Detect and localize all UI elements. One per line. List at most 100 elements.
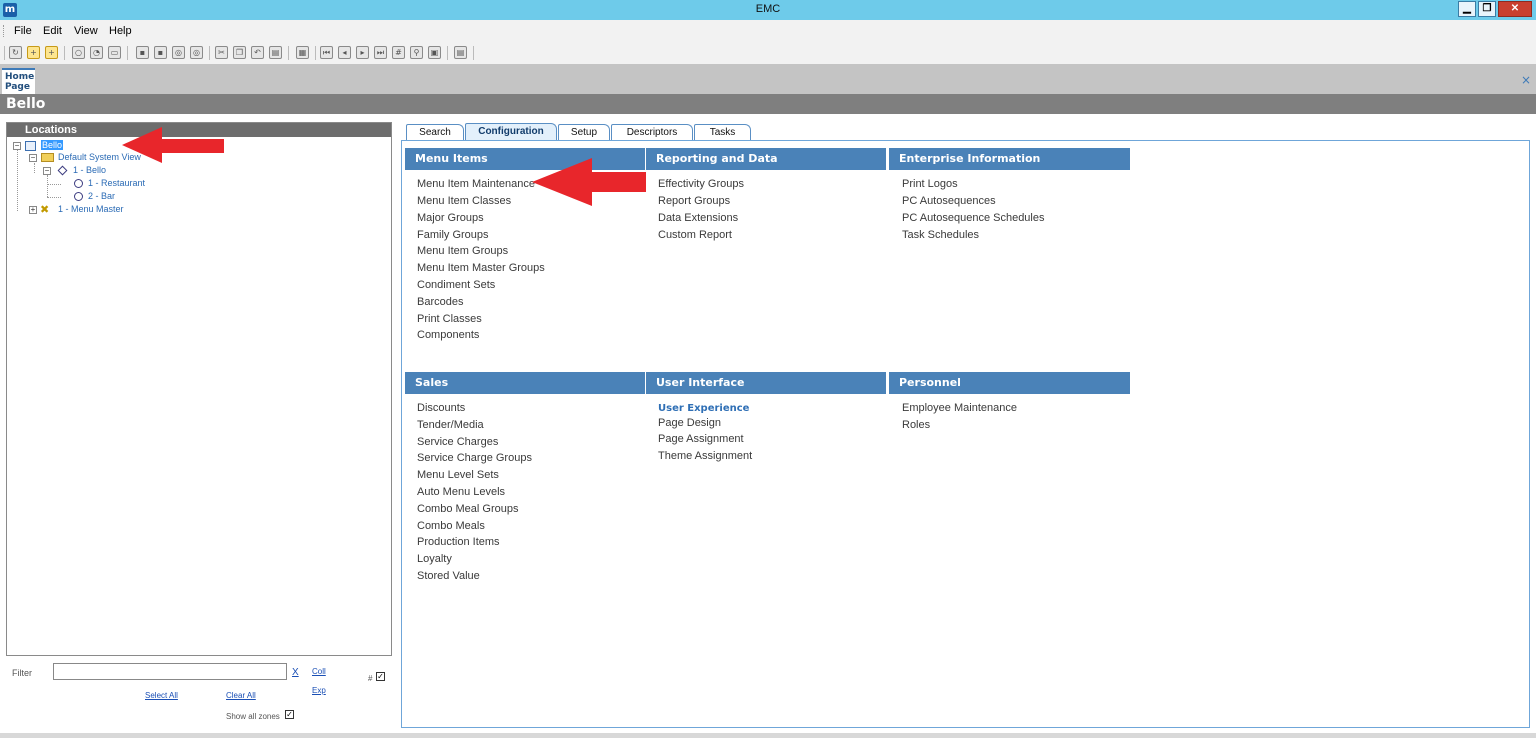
expand-link[interactable]: Exp [312, 686, 326, 695]
link-task-schedules[interactable]: Task Schedules [902, 229, 979, 241]
preview-icon[interactable]: ◔ [90, 46, 103, 59]
hash-label: # [368, 674, 373, 683]
close-tab-icon[interactable]: × [1521, 73, 1531, 87]
home-page-tab[interactable]: Home Page [2, 68, 35, 94]
copy-icon[interactable]: ❐ [233, 46, 246, 59]
tree-node-restaurant[interactable]: 1 - Restaurant [88, 178, 145, 188]
link-effectivity-groups[interactable]: Effectivity Groups [658, 178, 744, 190]
restore-button[interactable]: ❐ [1478, 1, 1496, 17]
link-page-design[interactable]: Page Design [658, 417, 721, 429]
tree-node-bello[interactable]: Bello [41, 140, 64, 150]
link-employee-maintenance[interactable]: Employee Maintenance [902, 402, 1017, 414]
tab-descriptors[interactable]: Descriptors [611, 124, 693, 141]
toolbar-separator [127, 46, 128, 60]
lock-icon[interactable]: ◎ [172, 46, 185, 59]
document-tab-strip: Home Page × [0, 64, 1536, 94]
link-family-groups[interactable]: Family Groups [417, 229, 489, 241]
unlock-icon[interactable]: ◎ [190, 46, 203, 59]
tab-configuration[interactable]: Configuration [465, 123, 557, 141]
filter-input[interactable] [53, 663, 287, 680]
tree-node-menu-master[interactable]: 1 - Menu Master [58, 204, 124, 214]
record-icon[interactable]: ○ [72, 46, 85, 59]
undo-icon[interactable]: ↶ [251, 46, 264, 59]
clear-all-link[interactable]: Clear All [226, 691, 256, 700]
status-bar [0, 733, 1536, 738]
close-button[interactable]: ✕ [1498, 1, 1532, 17]
link-service-charges[interactable]: Service Charges [417, 436, 498, 448]
link-combo-meal-groups[interactable]: Combo Meal Groups [417, 503, 519, 515]
link-page-assignment[interactable]: Page Assignment [658, 433, 744, 445]
grid-view-icon[interactable]: ▤ [454, 46, 467, 59]
find-icon[interactable]: ⚲ [410, 46, 423, 59]
link-roles[interactable]: Roles [902, 419, 930, 431]
cut-icon[interactable]: ✂ [215, 46, 228, 59]
show-all-zones-checkbox[interactable]: ✓ [285, 710, 294, 719]
save-all-icon[interactable]: ▪ [154, 46, 167, 59]
link-stored-value[interactable]: Stored Value [417, 570, 480, 582]
menu-view[interactable]: View [74, 25, 98, 37]
tree-collapse-toggle[interactable]: − [13, 142, 21, 150]
link-menu-item-groups[interactable]: Menu Item Groups [417, 245, 508, 257]
new-record-icon[interactable]: + [27, 46, 40, 59]
menu-help[interactable]: Help [109, 25, 132, 37]
tab-tasks[interactable]: Tasks [694, 124, 751, 141]
first-record-icon[interactable]: ⏮ [320, 46, 333, 59]
minimize-button[interactable]: ▁ [1458, 1, 1476, 17]
link-production-items[interactable]: Production Items [417, 536, 500, 548]
paste-icon[interactable]: ▤ [269, 46, 282, 59]
previous-record-icon[interactable]: ◂ [338, 46, 351, 59]
menu-edit[interactable]: Edit [43, 25, 62, 37]
tree-node-property[interactable]: 1 - Bello [73, 165, 106, 175]
last-record-icon[interactable]: ⏭ [374, 46, 387, 59]
select-all-link[interactable]: Select All [145, 691, 178, 700]
window-title: EMC [755, 3, 781, 15]
home-page-tab-line2: Page [5, 82, 30, 92]
refresh-icon[interactable]: ↻ [9, 46, 22, 59]
section-header-sales: Sales [405, 372, 645, 394]
link-condiment-sets[interactable]: Condiment Sets [417, 279, 495, 291]
link-major-groups[interactable]: Major Groups [417, 212, 484, 224]
subheading-user-experience: User Experience [658, 403, 750, 414]
hash-checkbox[interactable]: ✓ [376, 672, 385, 681]
menu-file[interactable]: File [14, 25, 32, 37]
tree-node-bar[interactable]: 2 - Bar [88, 191, 115, 201]
table-view-icon[interactable]: ▦ [296, 46, 309, 59]
link-custom-report[interactable]: Custom Report [658, 229, 732, 241]
link-discounts[interactable]: Discounts [417, 402, 465, 414]
link-service-charge-groups[interactable]: Service Charge Groups [417, 452, 532, 464]
tree-collapse-toggle[interactable]: − [29, 154, 37, 162]
link-auto-menu-levels[interactable]: Auto Menu Levels [417, 486, 505, 498]
tree-collapse-toggle[interactable]: − [43, 167, 51, 175]
link-menu-item-maintenance[interactable]: Menu Item Maintenance [417, 178, 535, 190]
link-combo-meals[interactable]: Combo Meals [417, 520, 485, 532]
collapse-link[interactable]: Coll [312, 667, 326, 676]
tree-connector [17, 149, 18, 211]
filter-clear-link[interactable]: X [292, 667, 299, 678]
annotation-arrow-icon [122, 127, 224, 163]
link-print-classes[interactable]: Print Classes [417, 313, 482, 325]
link-loyalty[interactable]: Loyalty [417, 553, 452, 565]
next-record-icon[interactable]: ▸ [356, 46, 369, 59]
link-pc-autosequence-schedules[interactable]: PC Autosequence Schedules [902, 212, 1045, 224]
filter-icon[interactable]: ▣ [428, 46, 441, 59]
tab-setup[interactable]: Setup [558, 124, 610, 141]
link-menu-level-sets[interactable]: Menu Level Sets [417, 469, 499, 481]
add-from-icon[interactable]: + [45, 46, 58, 59]
show-all-zones-label: Show all zones [226, 712, 280, 721]
title-bar: m EMC ▁ ❐ ✕ [0, 0, 1536, 20]
link-pc-autosequences[interactable]: PC Autosequences [902, 195, 996, 207]
link-data-extensions[interactable]: Data Extensions [658, 212, 738, 224]
tab-search[interactable]: Search [406, 124, 464, 141]
link-barcodes[interactable]: Barcodes [417, 296, 463, 308]
go-to-record-icon[interactable]: # [392, 46, 405, 59]
link-components[interactable]: Components [417, 329, 479, 341]
link-tender-media[interactable]: Tender/Media [417, 419, 484, 431]
link-print-logos[interactable]: Print Logos [902, 178, 958, 190]
link-menu-item-master-groups[interactable]: Menu Item Master Groups [417, 262, 545, 274]
link-report-groups[interactable]: Report Groups [658, 195, 730, 207]
link-theme-assignment[interactable]: Theme Assignment [658, 450, 752, 462]
link-menu-item-classes[interactable]: Menu Item Classes [417, 195, 511, 207]
print-icon[interactable]: ▭ [108, 46, 121, 59]
tree-expand-toggle[interactable]: + [29, 206, 37, 214]
save-icon[interactable]: ▪ [136, 46, 149, 59]
